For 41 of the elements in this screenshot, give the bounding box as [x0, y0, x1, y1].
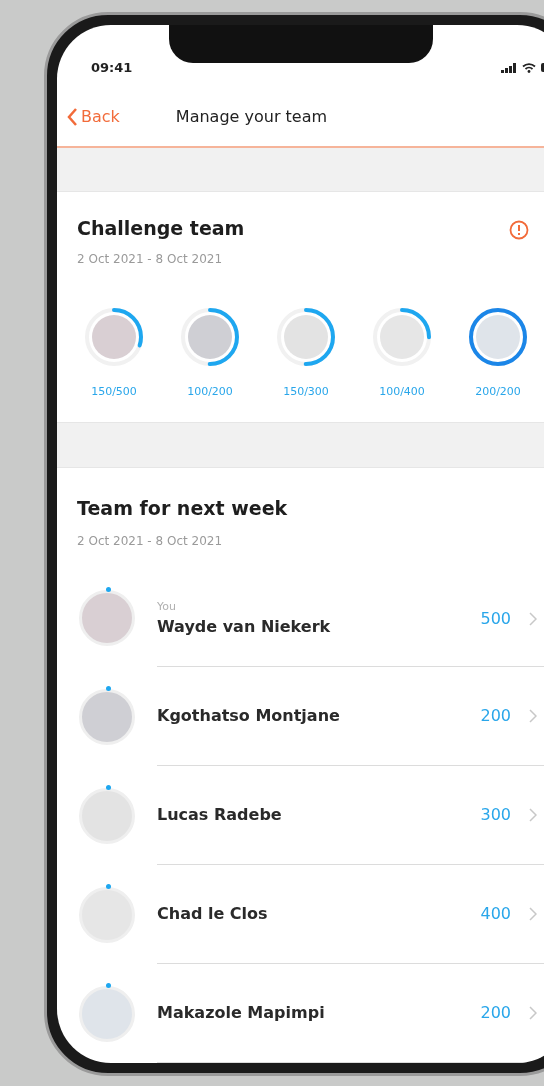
member-name: Chad le Clos [157, 903, 269, 925]
member-points: 400 [480, 903, 511, 925]
member-name: Lucas Radebe [157, 804, 283, 826]
chevron-right-icon [529, 1006, 537, 1020]
screen-title: Manage your team [175, 106, 328, 129]
member-caption: You [157, 598, 177, 615]
info-icon[interactable] [509, 219, 529, 240]
team-member-row[interactable]: Chad le Clos 400 [77, 865, 544, 964]
team-member-row[interactable]: Makazole Mapimpi 200 [77, 964, 544, 1063]
section-title: Challenge team [77, 215, 245, 241]
member-points: 500 [480, 608, 511, 630]
progress-label: 150/500 [91, 384, 137, 401]
team-member-row[interactable]: You Wayde van Niekerk 500 [77, 568, 544, 667]
progress-label: 100/200 [187, 384, 233, 401]
member-name: Kgothatso Montjane [157, 705, 341, 727]
member-points: 200 [480, 1002, 511, 1024]
chevron-right-icon [529, 907, 537, 921]
member-name: Wayde van Niekerk [157, 616, 332, 639]
progress-label: 100/400 [379, 384, 425, 401]
avatar-photo-placeholder [380, 315, 424, 360]
member-name: Makazole Mapimpi [157, 1002, 326, 1024]
avatar-photo-placeholder [92, 315, 136, 360]
avatar-photo-placeholder [188, 315, 232, 360]
date-range: 2 Oct 2021 - 8 Oct 2021 [77, 533, 224, 550]
member-points: 200 [480, 705, 511, 727]
team-member-row[interactable]: Lucas Radebe 300 [77, 766, 544, 865]
progress-label: 150/300 [283, 384, 329, 401]
date-range: 2 Oct 2021 - 8 Oct 2021 [77, 251, 224, 269]
avatar-photo-placeholder [476, 315, 520, 360]
chevron-left-icon [67, 107, 78, 128]
member-points: 300 [480, 804, 511, 826]
progress-label: 200/200 [475, 384, 521, 401]
wifi-icon [522, 62, 536, 73]
avatar-photo-placeholder [284, 315, 328, 360]
chevron-right-icon [529, 709, 537, 723]
chevron-right-icon [529, 808, 537, 822]
signal-icon [501, 62, 517, 73]
section-title: Team for next week [77, 495, 289, 521]
chevron-right-icon [529, 612, 537, 626]
status-time: 09:41 [91, 59, 133, 78]
team-member-row[interactable]: Kgothatso Montjane 200 [77, 667, 544, 766]
